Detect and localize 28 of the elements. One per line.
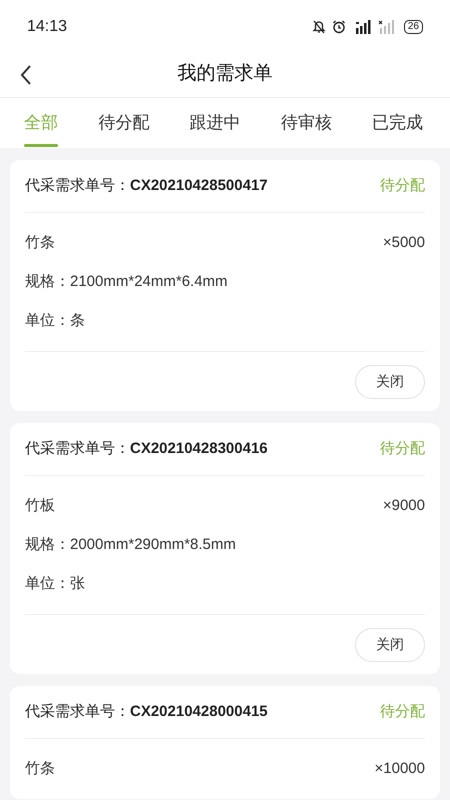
tab[interactable]: 跟进中 xyxy=(176,98,254,148)
order-number: 代采需求单号：CX20210428000415 xyxy=(25,702,268,722)
item-quantity: ×5000 xyxy=(382,232,425,253)
item-name: 竹条 xyxy=(25,232,55,253)
item-unit: 单位：张 xyxy=(25,574,85,594)
item-spec: 规格：2000mm*290mm*8.5mm xyxy=(25,535,236,556)
close-button[interactable]: 关闭 xyxy=(355,364,425,398)
item-name: 竹板 xyxy=(25,496,55,516)
order-number: 代采需求单号：CX20210428300416 xyxy=(25,438,268,459)
page-title: 我的需求单 xyxy=(178,62,272,86)
status-label: 待分配 xyxy=(380,702,425,722)
item-spec: 规格：2100mm*24mm*6.4mm xyxy=(25,272,228,292)
item-quantity: ×9000 xyxy=(382,496,425,516)
order-number: 代采需求单号：CX20210428500417 xyxy=(25,176,268,196)
status-label: 待分配 xyxy=(380,176,425,196)
tab[interactable]: 待审核 xyxy=(266,98,346,148)
item-name: 竹条 xyxy=(25,758,55,779)
item-unit: 单位：条 xyxy=(25,311,85,332)
tab[interactable]: 待分配 xyxy=(84,98,164,148)
close-button[interactable]: 关闭 xyxy=(355,628,425,662)
item-quantity: ×10000 xyxy=(374,758,425,779)
status-time: 14:13 xyxy=(27,17,68,37)
bell-off-icon xyxy=(312,20,326,34)
signal-icon xyxy=(378,20,394,34)
tab[interactable]: 已完成 xyxy=(358,98,437,148)
battery-indicator: 26 xyxy=(404,20,423,34)
status-label: 待分配 xyxy=(380,438,425,459)
alarm-icon xyxy=(332,20,346,34)
